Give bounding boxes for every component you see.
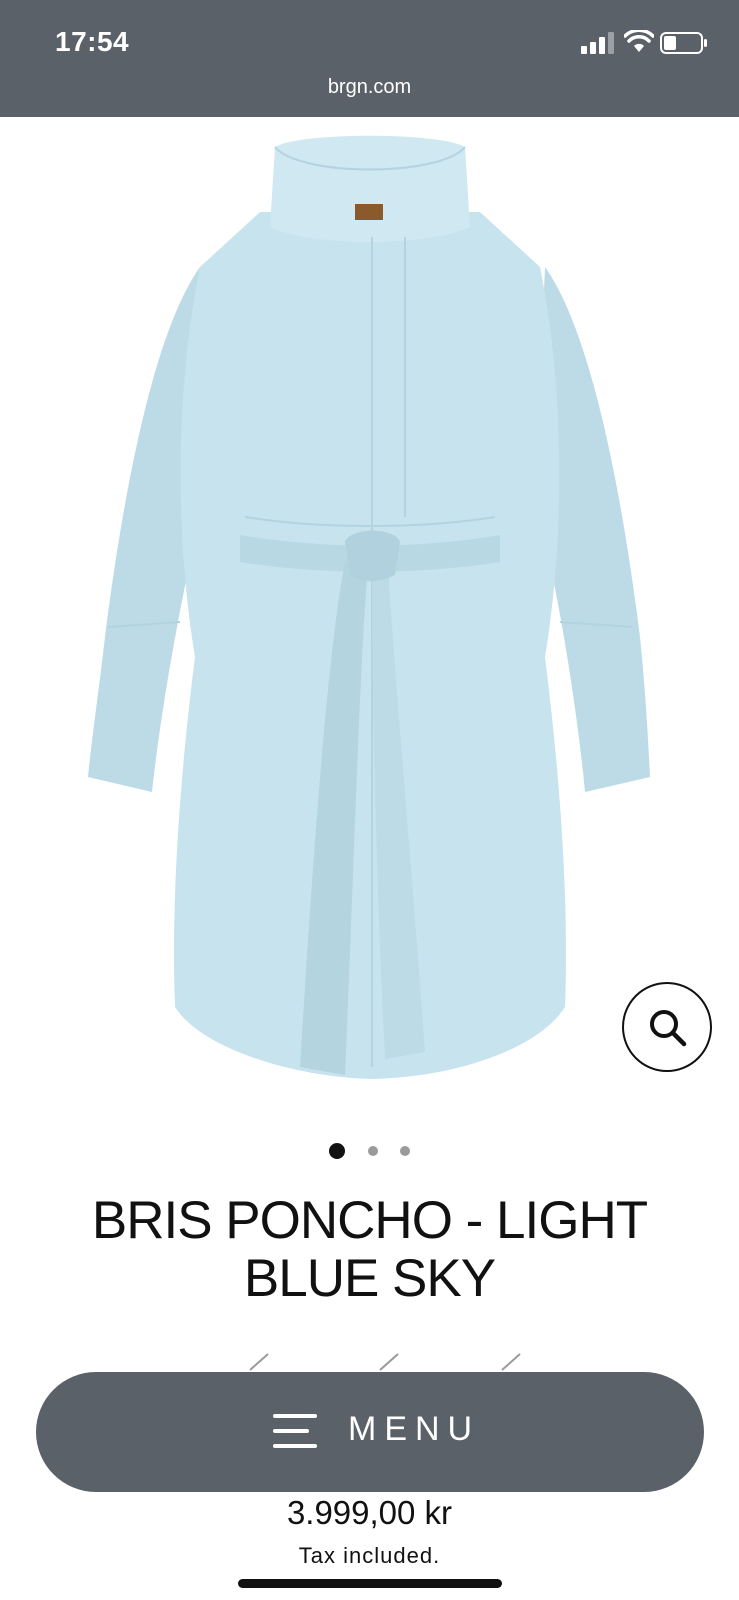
gallery-dot-2[interactable] xyxy=(367,1145,378,1156)
address-bar-url[interactable]: brgn.com xyxy=(0,76,739,99)
menu-button[interactable]: MENU xyxy=(36,1372,704,1492)
battery-icon xyxy=(660,32,707,54)
product-title: BRIS PONCHO - LIGHT BLUE SKY xyxy=(91,1191,648,1308)
gallery-dot-3[interactable] xyxy=(399,1145,410,1156)
menu-label: MENU xyxy=(348,1410,481,1448)
browser-top-bar: 17:54 brgn.com xyxy=(0,0,739,117)
product-image-gallery[interactable] xyxy=(0,117,739,1117)
product-image xyxy=(88,135,650,1079)
gallery-dot-1[interactable] xyxy=(329,1142,346,1159)
product-price: 3.999,00 kr xyxy=(286,1494,453,1531)
wifi-icon xyxy=(624,30,654,52)
home-indicator[interactable] xyxy=(238,1579,502,1588)
status-time: 17:54 xyxy=(55,26,130,57)
magnifier-icon xyxy=(650,1010,687,1047)
hamburger-icon xyxy=(273,1414,317,1450)
zoom-button[interactable] xyxy=(622,982,712,1072)
tax-note: Tax included. xyxy=(298,1543,441,1568)
gallery-pagination xyxy=(0,1142,739,1159)
cellular-signal-icon xyxy=(581,32,614,54)
swatch-strike-marks xyxy=(249,1353,521,1371)
